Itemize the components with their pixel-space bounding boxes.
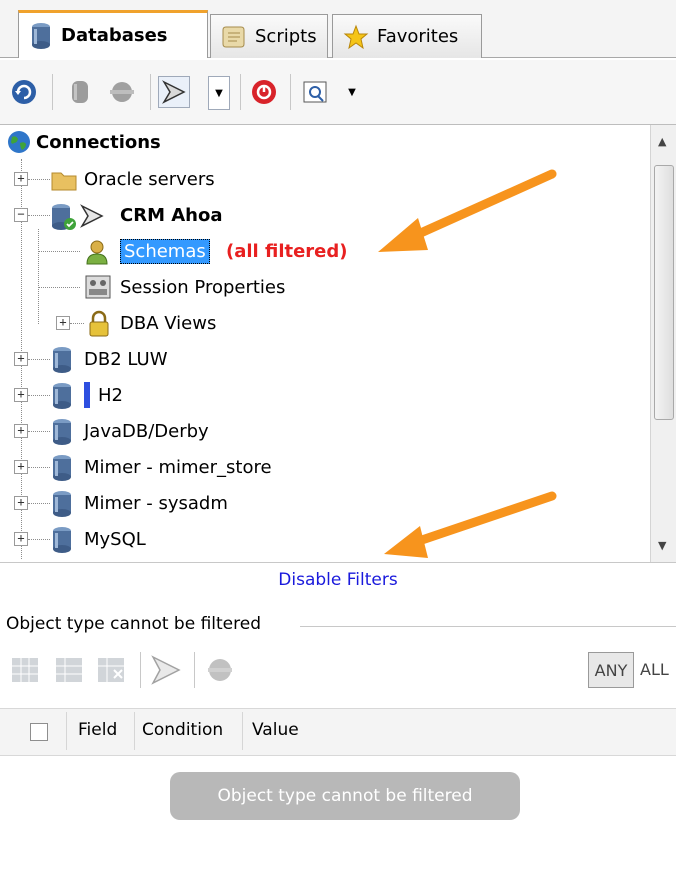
scroll-down-icon[interactable]: ▼ <box>658 539 666 552</box>
tree-line <box>28 215 50 217</box>
toolbar-separator <box>140 652 141 688</box>
tree-line <box>38 251 80 253</box>
tree-item-label: Oracle servers <box>84 168 215 190</box>
toolbar-separator <box>290 74 291 110</box>
tree-item-label: CRM Ahoa <box>120 204 223 226</box>
filter-section-title: Object type cannot be filtered <box>6 614 270 634</box>
add-filter-icon[interactable] <box>10 654 42 686</box>
user-icon <box>86 240 108 265</box>
database-icon <box>53 455 71 481</box>
tab-favorites[interactable]: Favorites <box>332 14 482 58</box>
scrollbar-thumb[interactable] <box>654 165 674 420</box>
expand-icon[interactable]: + <box>56 316 70 330</box>
database-connected-icon <box>52 204 76 230</box>
database-icon <box>53 527 71 553</box>
view-icon[interactable] <box>300 76 332 108</box>
tab-bar: Databases Scripts Favorites <box>0 0 676 58</box>
filter-icon <box>80 204 104 228</box>
expand-icon[interactable]: + <box>14 460 28 474</box>
column-separator <box>242 712 243 750</box>
expand-icon[interactable]: + <box>14 532 28 546</box>
refresh-icon[interactable] <box>8 76 40 108</box>
edit-filter-icon[interactable] <box>54 654 86 686</box>
tree-item-label: MySQL <box>84 528 146 550</box>
star-icon <box>343 24 369 49</box>
toolbar-separator <box>52 74 53 110</box>
tree-item-label: DB2 LUW <box>84 348 168 370</box>
tree-line <box>28 179 50 181</box>
clear-filter-icon[interactable] <box>204 654 236 686</box>
session-properties-icon <box>85 275 111 299</box>
tab-databases-label: Databases <box>61 25 168 46</box>
tree-item-label-selected: Schemas <box>120 238 210 264</box>
tab-scripts-label: Scripts <box>255 26 317 47</box>
tree-scrollbar[interactable]: ▲ ▼ <box>650 125 676 562</box>
tree-line <box>70 323 84 325</box>
section-divider <box>300 626 676 627</box>
toolbar-separator <box>240 74 241 110</box>
disable-filters-link[interactable]: Disable Filters <box>0 562 676 599</box>
expand-icon[interactable]: + <box>14 424 28 438</box>
any-toggle-button[interactable]: ANY <box>588 652 634 688</box>
globe-icon <box>8 131 30 153</box>
column-separator <box>134 712 135 750</box>
tree-line <box>28 431 50 433</box>
expand-icon[interactable]: + <box>14 388 28 402</box>
tree-item-label: Mimer - mimer_store <box>84 456 272 478</box>
tree-line <box>28 539 50 541</box>
tree-item-label: JavaDB/Derby <box>84 420 209 442</box>
database-icon <box>53 383 71 409</box>
tree-line <box>38 229 40 324</box>
column-header-condition[interactable]: Condition <box>142 720 223 740</box>
tab-favorites-label: Favorites <box>377 26 459 47</box>
all-toggle-label[interactable]: ALL <box>640 660 669 679</box>
script-icon <box>222 26 245 47</box>
database-icon <box>32 22 50 49</box>
tree-item-label: Session Properties <box>120 276 286 298</box>
expand-icon[interactable]: + <box>14 352 28 366</box>
toolbar-separator <box>150 74 151 110</box>
folder-icon <box>51 172 77 191</box>
expand-icon[interactable]: + <box>14 496 28 510</box>
disconnect-icon[interactable] <box>106 76 138 108</box>
tree-item-label: Mimer - sysadm <box>84 492 228 514</box>
tab-scripts[interactable]: Scripts <box>210 14 328 58</box>
connections-tree: Connections + Oracle servers − CRM Ahoa <box>0 125 650 562</box>
toolbar: ▼ ▼ <box>0 60 676 125</box>
column-header-field[interactable]: Field <box>78 720 117 740</box>
tree-line <box>28 359 50 361</box>
tree-item-label: DBA Views <box>120 312 217 334</box>
tree-line <box>28 395 50 397</box>
tree-root-label: Connections <box>36 131 161 153</box>
database-icon <box>53 491 71 517</box>
filter-icon[interactable] <box>150 654 182 686</box>
color-marker <box>84 382 90 408</box>
database-icon <box>53 419 71 445</box>
tree-line <box>28 467 50 469</box>
expand-icon[interactable]: + <box>14 172 28 186</box>
collapse-icon[interactable]: − <box>14 208 28 222</box>
scroll-up-icon[interactable]: ▲ <box>658 135 666 148</box>
tree-item-label: H2 <box>98 384 123 406</box>
stop-icon[interactable] <box>248 76 280 108</box>
filtered-note: (all filtered) <box>226 240 348 262</box>
toolbar-separator <box>194 652 195 688</box>
select-all-checkbox[interactable] <box>30 723 48 741</box>
database-icon <box>53 347 71 373</box>
filter-icon[interactable] <box>158 76 190 108</box>
tab-databases[interactable]: Databases <box>18 10 208 58</box>
lock-icon <box>89 310 109 337</box>
empty-state-message: Object type cannot be filtered <box>170 772 520 820</box>
connect-icon[interactable] <box>64 76 96 108</box>
column-header-value[interactable]: Value <box>252 720 299 740</box>
filter-dropdown-icon[interactable]: ▼ <box>208 76 230 110</box>
column-separator <box>66 712 67 750</box>
remove-filter-icon[interactable] <box>96 654 128 686</box>
view-dropdown-icon[interactable]: ▼ <box>336 76 368 108</box>
tree-line <box>38 287 80 289</box>
tree-line <box>28 503 50 505</box>
